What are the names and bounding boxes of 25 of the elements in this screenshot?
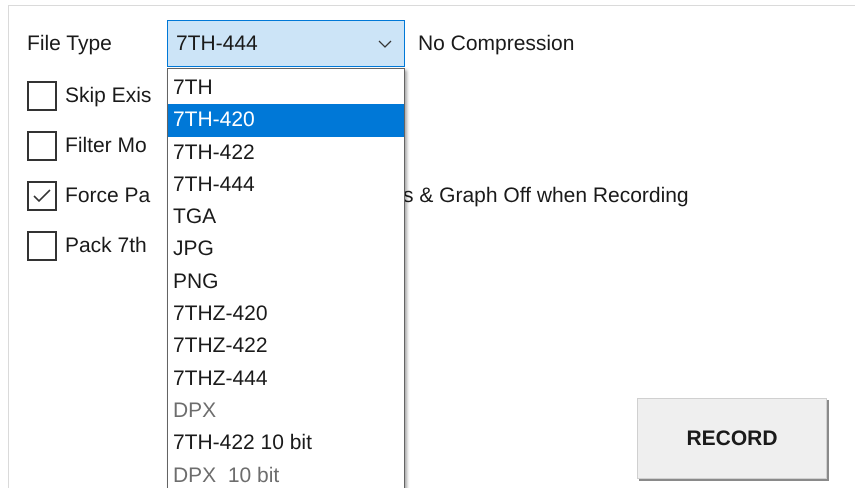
dropdown-option[interactable]: 7TH-422 <box>168 136 404 169</box>
checkbox-label: Force Pa <box>65 184 152 208</box>
file-type-dropdown[interactable]: 7TH-444 <box>167 20 405 67</box>
dropdown-option[interactable]: PNG <box>168 266 404 298</box>
checkbox-label: Filter Mo <box>65 134 148 158</box>
record-button[interactable]: RECORD <box>637 398 827 479</box>
dropdown-option[interactable]: 7THZ-422 <box>168 330 404 363</box>
dropdown-option[interactable]: 7TH-422 10 bit <box>168 427 404 460</box>
dropdown-option[interactable]: 7TH-444 <box>168 168 404 202</box>
dropdown-option[interactable]: 7TH <box>168 72 404 104</box>
chevron-down-icon <box>378 40 392 48</box>
checkbox-label: Skip Exis <box>65 84 152 108</box>
checkbox[interactable] <box>27 81 57 111</box>
checkbox[interactable] <box>27 131 57 161</box>
dropdown-option[interactable]: JPG <box>168 233 404 266</box>
file-type-label: File Type <box>27 32 113 56</box>
dropdown-option[interactable]: 7TH-420 <box>168 104 404 137</box>
dropdown-option[interactable]: 7THZ-444 <box>168 362 404 395</box>
dropdown-option[interactable]: TGA <box>168 201 404 234</box>
dropdown-option[interactable]: 7THZ-420 <box>168 298 404 330</box>
checkbox[interactable] <box>27 231 57 261</box>
checkbox-label: Pack 7th <box>65 234 148 258</box>
check-icon <box>33 189 51 203</box>
compression-note: No Compression <box>418 32 574 56</box>
checkbox[interactable] <box>27 181 57 211</box>
